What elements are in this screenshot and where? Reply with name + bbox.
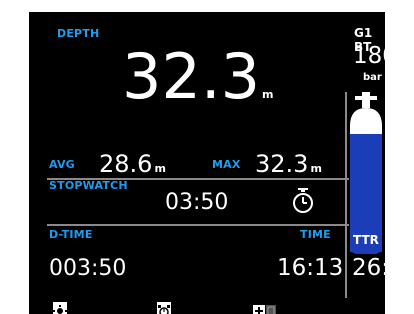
alarm-icon[interactable] (157, 302, 171, 314)
dtime-label: D-TIME (49, 228, 93, 241)
depth-label: DEPTH (57, 27, 100, 40)
stopwatch-label: STOPWATCH (49, 179, 128, 192)
stopwatch-icon (290, 188, 316, 214)
depth-unit: m (262, 88, 274, 101)
max-value: 32.3 m (255, 152, 322, 176)
stopwatch-value: 03:50 (165, 190, 229, 215)
pressure-unit: bar (363, 72, 382, 83)
depth-number: 32.3 (122, 40, 261, 113)
avg-value: 28.6 m (99, 152, 166, 176)
tank-pressure: 180 (353, 43, 385, 69)
max-label: MAX (212, 158, 241, 171)
dtime-value: 003:50 (49, 256, 127, 281)
depth-value: 32.3 m (122, 46, 274, 108)
time-value: 16:13 (277, 255, 344, 281)
avg-unit: m (154, 162, 166, 175)
ttr-label: TTR (353, 233, 379, 247)
ttr-value: 26: (352, 255, 385, 281)
avg-label: AVG (49, 158, 75, 171)
max-number: 32.3 (255, 150, 309, 178)
light-icon[interactable] (53, 302, 67, 314)
time-label: TIME (300, 228, 331, 241)
max-unit: m (310, 162, 322, 175)
dive-computer-screen: DEPTH 32.3 m AVG 28.6 m MAX 32.3 m STOPWATC… (29, 12, 385, 314)
softkey-bar (29, 302, 385, 314)
divider-2 (47, 224, 349, 226)
avg-number: 28.6 (99, 150, 153, 178)
compass-icon[interactable] (253, 302, 277, 314)
